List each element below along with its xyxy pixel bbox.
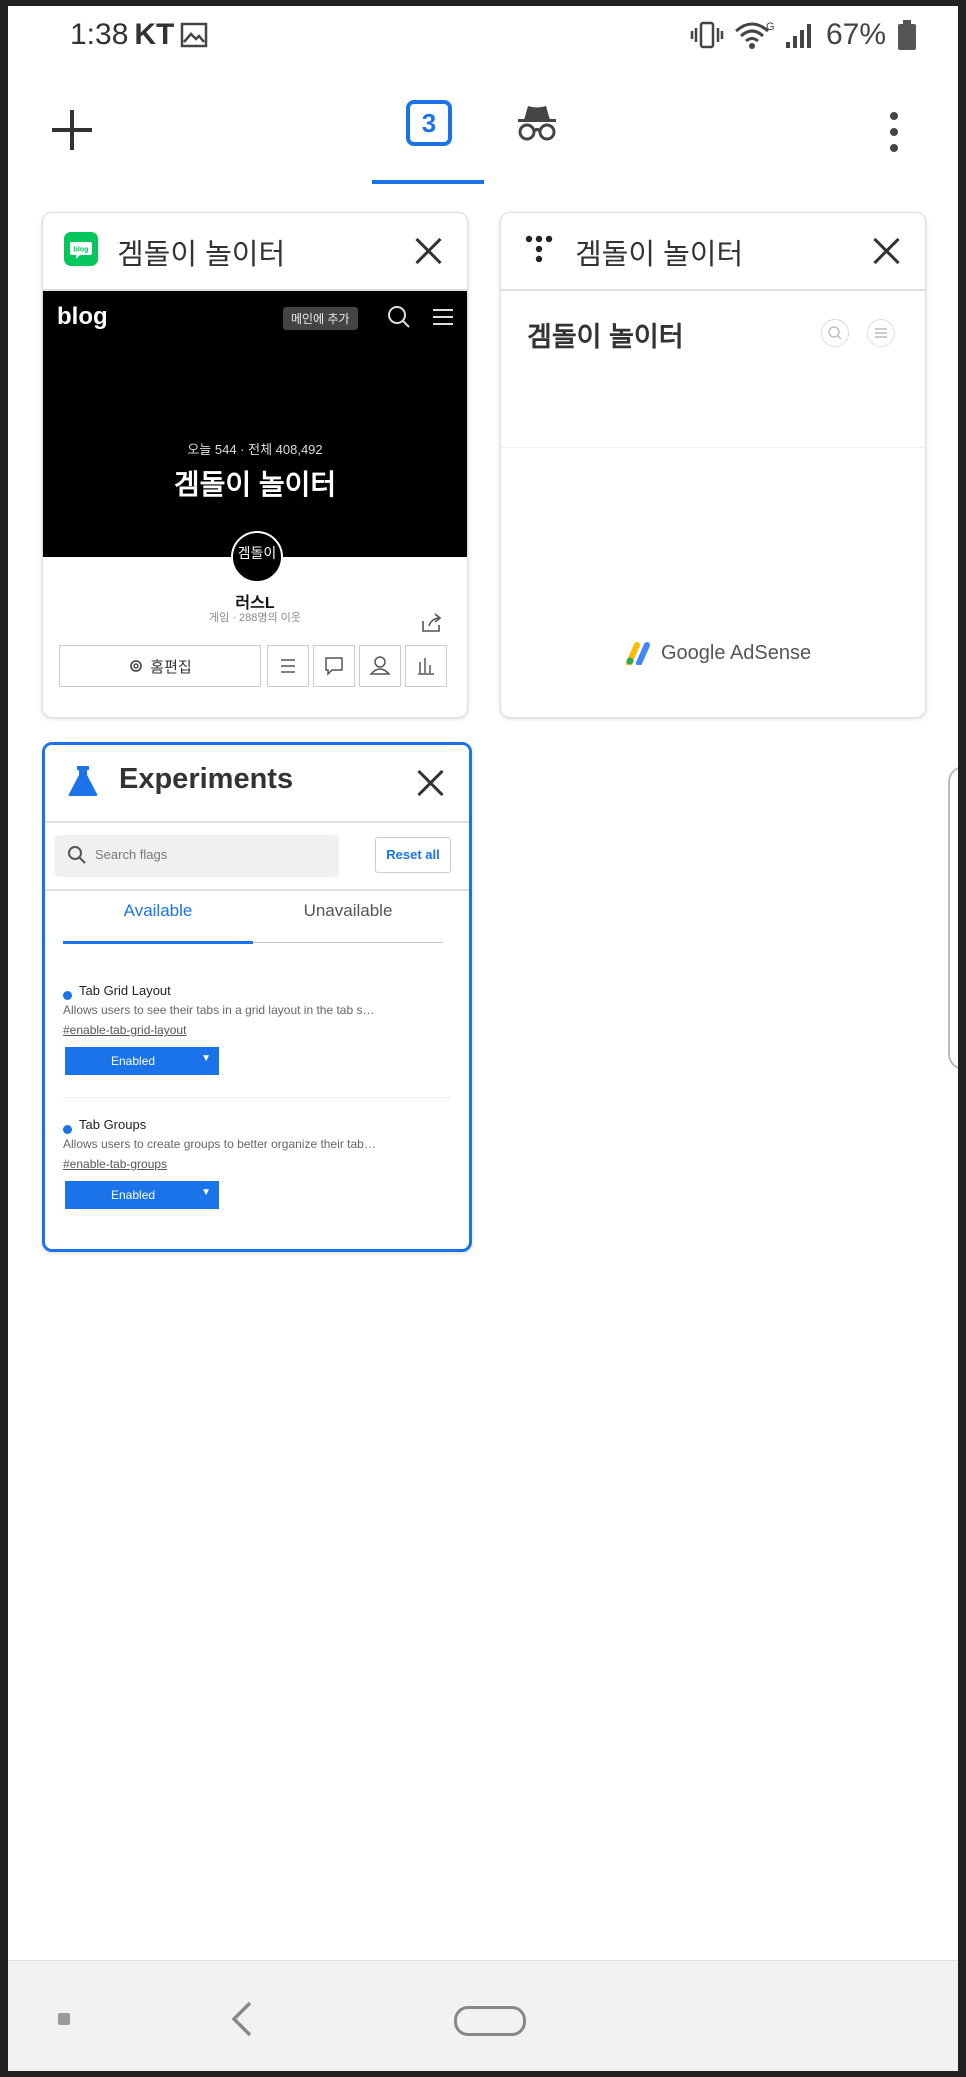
flag-name: Tab Groups <box>79 1117 147 1132</box>
status-bar: 1:38 KT G 67% <box>8 6 958 72</box>
blog-name: 겜돌이 놀이터 <box>173 469 337 500</box>
naver-blog-icon: blog <box>64 232 98 266</box>
active-tab-indicator <box>63 941 253 944</box>
image-notification-icon <box>181 22 208 48</box>
blog-subtitle: 게임 · 288명의 이웃 <box>209 612 301 624</box>
flag-status-dot <box>63 991 72 1000</box>
search-menu-icons <box>388 306 453 328</box>
menu-icon <box>867 319 895 347</box>
add-to-main-button: 메인에 추가 <box>283 307 358 330</box>
dropdown-arrow-icon: ▼ <box>201 1187 211 1198</box>
battery-percent: 67% <box>825 18 886 51</box>
tab-card-naver-blog[interactable]: blog 겜돌이 놀이터 blog 메인에 추가 오늘 544 · 전체 408… <box>42 212 468 718</box>
home-edit-label: 홈편집 <box>150 658 192 676</box>
tab-card-tistory[interactable]: 겜돌이 놀이터 겜돌이 놀이터 Google AdSense <box>500 212 926 718</box>
divider <box>63 1097 451 1098</box>
list-icon <box>267 645 309 687</box>
comment-icon <box>313 645 355 687</box>
close-tab-icon[interactable] <box>415 237 443 265</box>
tab-title: 겜돌이 놀이터 <box>117 239 286 271</box>
tab-title: 겜돌이 놀이터 <box>575 239 744 271</box>
reset-all-button: Reset all <box>375 837 451 873</box>
home-edit-button: 홈편집 <box>59 645 261 687</box>
blog-name: 겜돌이 놀이터 <box>527 322 684 352</box>
close-tab-icon[interactable] <box>417 769 445 797</box>
flag-status-dot <box>63 1125 72 1134</box>
flag-name: Tab Grid Layout <box>79 983 171 998</box>
tab-card-header: Experiments <box>45 745 469 823</box>
close-tab-icon[interactable] <box>873 237 901 265</box>
battery-icon <box>898 20 916 50</box>
tab-baseline <box>253 942 443 943</box>
vibrate-icon <box>690 21 724 49</box>
tab-switcher-toolbar: 3 <box>8 72 958 188</box>
tab-card-experiments[interactable]: Experiments Search flags Reset all Avail… <box>42 742 472 1252</box>
flag-description: Allows users to create groups to better … <box>63 1137 376 1151</box>
dropdown-arrow-icon: ▼ <box>201 1053 211 1064</box>
tab-title: Experiments <box>119 763 294 795</box>
system-nav-bar <box>8 1960 958 2071</box>
adsense-label: Google AdSense <box>661 641 812 664</box>
home-button-icon[interactable] <box>454 2006 526 2036</box>
flask-icon <box>68 766 98 796</box>
divider <box>501 447 925 448</box>
tistory-icon <box>525 235 553 263</box>
more-vert-icon[interactable] <box>888 112 900 152</box>
flag-select-value: Enabled <box>111 1054 156 1068</box>
gear-icon <box>130 660 143 672</box>
flag-select: Enabled ▼ <box>65 1047 219 1075</box>
blog-logo: blog <box>57 303 108 330</box>
flag-link: #enable-tab-grid-layout <box>63 1023 187 1037</box>
search-placeholder: Search flags <box>95 847 168 862</box>
google-adsense-ad: Google AdSense <box>625 641 811 665</box>
divider <box>45 889 469 891</box>
back-icon[interactable] <box>226 1999 256 2039</box>
neighbors-icon <box>359 645 401 687</box>
stats-icon <box>405 645 447 687</box>
status-carrier: KT <box>134 18 175 51</box>
svg-text:blog: blog <box>74 247 89 254</box>
tab-card-header: 겜돌이 놀이터 <box>501 213 925 291</box>
tab-card-header: blog 겜돌이 놀이터 <box>43 213 467 291</box>
tab-available: Available <box>123 901 193 920</box>
svg-text:G: G <box>766 21 774 33</box>
flag-description: Allows users to see their tabs in a grid… <box>63 1003 375 1017</box>
screen: 1:38 KT G 67% 3 blog 겜돌이 놀이터 blog 메인에 추가… <box>8 6 958 2071</box>
wifi-icon: G <box>734 21 774 49</box>
flag-link: #enable-tab-groups <box>63 1157 168 1171</box>
new-tab-plus-icon[interactable] <box>50 108 94 152</box>
recent-apps-icon[interactable] <box>58 2013 70 2025</box>
visitor-stats: 오늘 544 · 전체 408,492 <box>187 442 323 457</box>
blog-cover: blog 메인에 추가 오늘 544 · 전체 408,492 겜돌이 놀이터 … <box>43 291 467 583</box>
flag-select-value: Enabled <box>111 1188 156 1202</box>
search-icon <box>821 319 849 347</box>
edge-panel-handle[interactable] <box>948 766 958 1070</box>
share-icon <box>422 613 442 632</box>
search-icon <box>68 846 86 864</box>
signal-icon <box>785 24 811 48</box>
tab-unavailable: Unavailable <box>303 901 393 920</box>
status-time: 1:38 <box>70 18 129 51</box>
search-flags-input: Search flags <box>55 835 339 877</box>
adsense-logo-icon <box>626 642 650 665</box>
incognito-icon[interactable] <box>514 100 560 146</box>
normal-tabs-indicator <box>372 180 484 184</box>
flag-select: Enabled ▼ <box>65 1181 219 1209</box>
tab-count-button[interactable]: 3 <box>406 100 452 146</box>
avatar: 겜돌이 <box>231 531 283 583</box>
